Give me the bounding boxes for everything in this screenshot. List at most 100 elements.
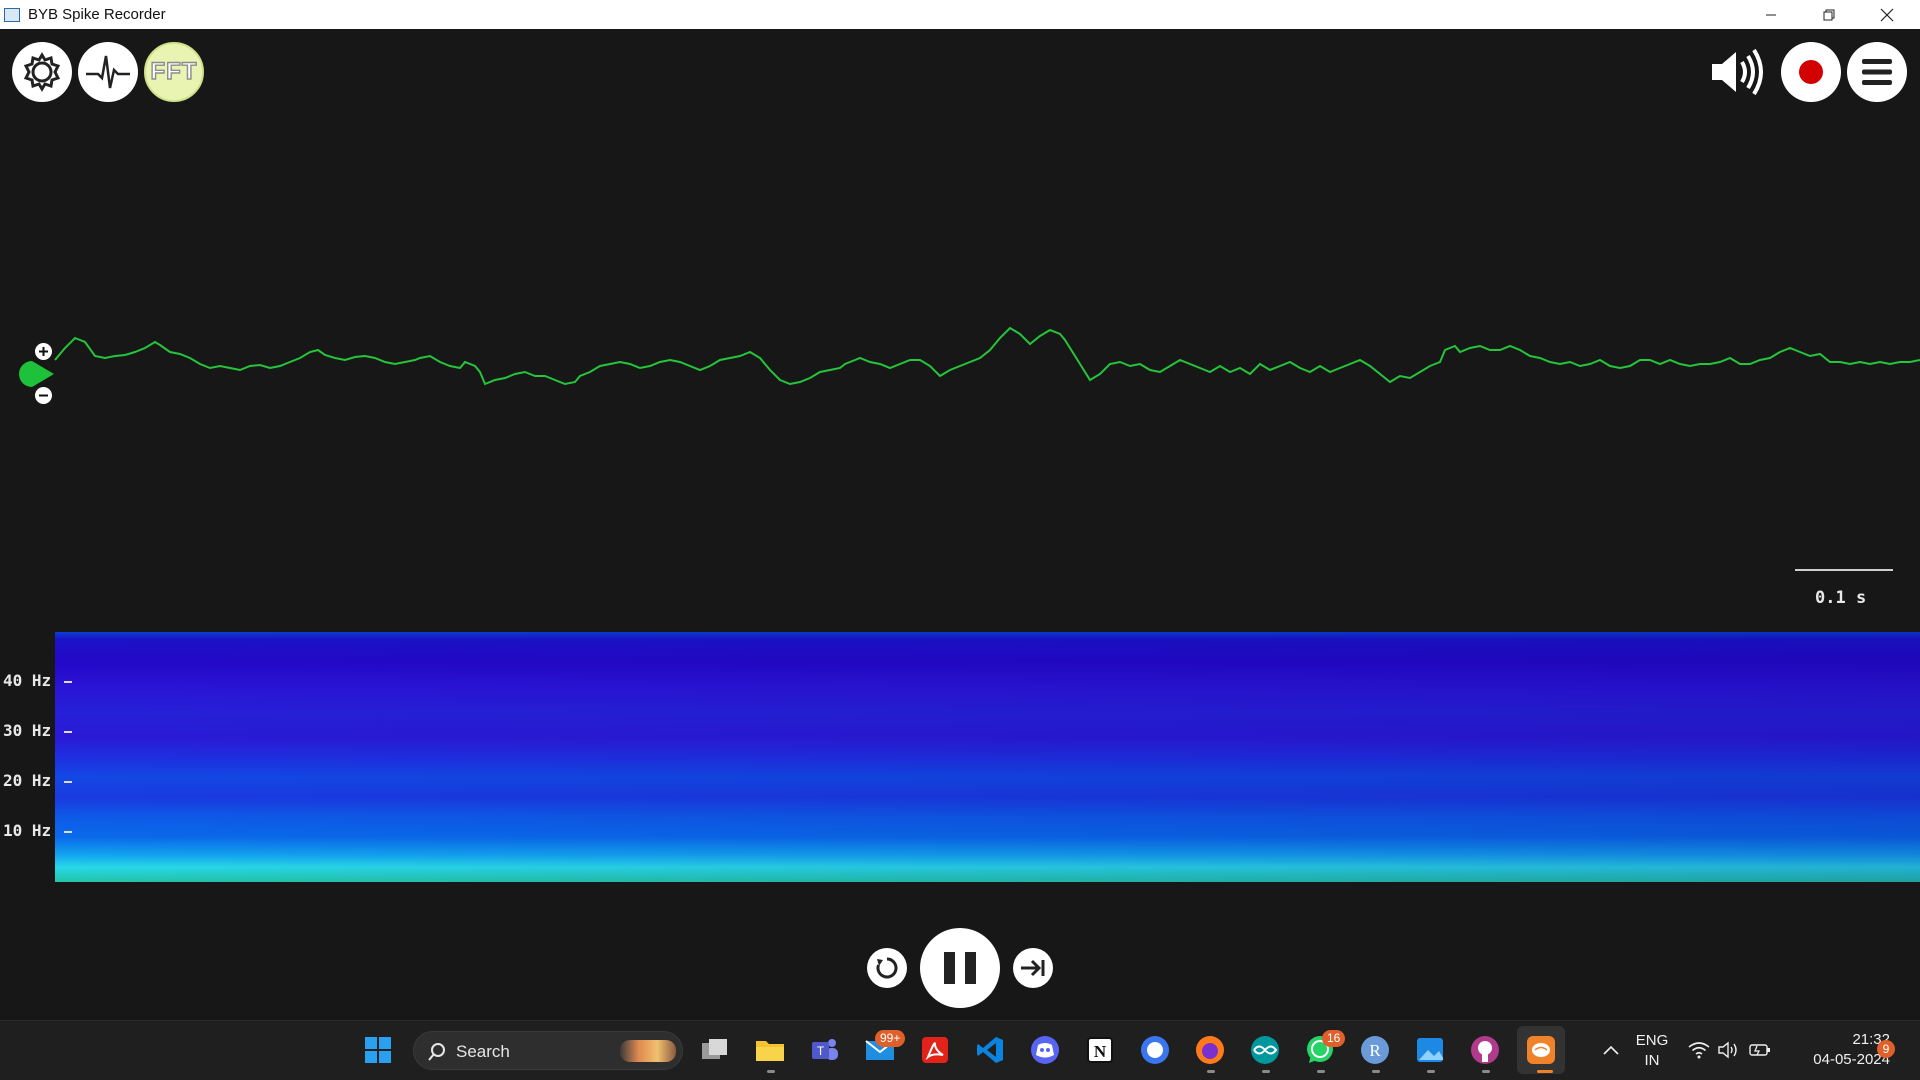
- vscode-icon: [977, 1037, 1003, 1063]
- show-hidden-icons-button[interactable]: [1596, 1035, 1626, 1065]
- running-indicator: [767, 1070, 775, 1073]
- pause-button[interactable]: [920, 928, 1000, 1008]
- menu-button[interactable]: [1847, 42, 1907, 102]
- eeg-waveform: [54, 326, 1920, 386]
- wifi-icon: [1688, 1042, 1710, 1059]
- fft-spectrogram: [55, 632, 1920, 882]
- fft-label: FFT: [150, 57, 198, 85]
- freq-label-30: 30 Hz: [3, 721, 52, 740]
- window-title: BYB Spike Recorder: [28, 6, 166, 23]
- arduino-icon: [1251, 1036, 1279, 1064]
- freq-label-10: 10 Hz: [3, 821, 52, 840]
- vscode-button[interactable]: [975, 1035, 1005, 1065]
- notion-button[interactable]: N: [1085, 1035, 1115, 1065]
- settings-button[interactable]: [12, 42, 72, 102]
- r-app-button[interactable]: R: [1360, 1035, 1390, 1065]
- chevron-up-icon: [1603, 1045, 1619, 1055]
- hamburger-icon: [1862, 59, 1892, 85]
- running-indicator: [1207, 1070, 1215, 1073]
- app-icon: [4, 7, 20, 22]
- taskbar: [0, 1020, 1920, 1080]
- title-bar: BYB Spike Recorder: [0, 0, 1920, 29]
- notion-icon: N: [1087, 1037, 1113, 1063]
- record-button[interactable]: [1781, 42, 1841, 102]
- folder-icon: [756, 1041, 784, 1061]
- whatsapp-badge: 16: [1322, 1030, 1346, 1047]
- github-icon: [1471, 1036, 1499, 1064]
- running-indicator: [1372, 1070, 1380, 1073]
- mail-badge: 99+: [875, 1030, 906, 1047]
- language-line1[interactable]: ENG: [1634, 1032, 1670, 1049]
- github-button[interactable]: [1470, 1035, 1500, 1065]
- teams-button[interactable]: T: [810, 1035, 840, 1065]
- start-button[interactable]: [363, 1035, 393, 1065]
- close-icon: [1880, 8, 1894, 21]
- close-button[interactable]: [1858, 0, 1916, 29]
- running-indicator: [1317, 1070, 1325, 1073]
- signal-button[interactable]: [1140, 1035, 1170, 1065]
- freq-tick-30: [64, 731, 72, 733]
- clock-date[interactable]: 04-05-2024: [1780, 1051, 1890, 1068]
- search-highlight-image: [620, 1040, 676, 1062]
- discord-button[interactable]: [1030, 1035, 1060, 1065]
- skip-forward-icon: [1021, 959, 1045, 977]
- restore-button[interactable]: [1800, 0, 1858, 29]
- freq-tick-20: [64, 781, 72, 783]
- battery-button[interactable]: [1745, 1035, 1775, 1065]
- pause-icon: [944, 952, 976, 984]
- firefox-icon: [1196, 1036, 1224, 1064]
- speaker-button[interactable]: [1708, 44, 1766, 100]
- volume-icon: [1718, 1041, 1737, 1059]
- byb-spike-recorder-button[interactable]: [1526, 1035, 1556, 1065]
- photos-button[interactable]: [1415, 1035, 1445, 1065]
- volume-button[interactable]: [1713, 1035, 1743, 1065]
- running-indicator: [1482, 1070, 1490, 1073]
- skip-forward-button[interactable]: [1013, 948, 1053, 988]
- chat-bubble-icon: [1141, 1036, 1169, 1064]
- rewind-button[interactable]: [867, 948, 907, 988]
- teams-icon: T: [812, 1039, 838, 1060]
- time-scale-label: 0.1 s: [1815, 588, 1867, 608]
- search-placeholder: Search: [456, 1042, 510, 1061]
- arduino-button[interactable]: [1250, 1035, 1280, 1065]
- freq-label-20: 20 Hz: [3, 771, 52, 790]
- language-line2[interactable]: IN: [1634, 1052, 1670, 1069]
- r-letter-icon: R: [1361, 1036, 1389, 1064]
- rewind-icon: [876, 957, 898, 979]
- file-explorer-button[interactable]: [755, 1035, 785, 1065]
- wifi-button[interactable]: [1684, 1035, 1714, 1065]
- firefox-button[interactable]: [1195, 1035, 1225, 1065]
- freq-tick-40: [64, 681, 72, 683]
- gear-icon: [23, 52, 61, 92]
- freq-tick-10: [64, 831, 72, 833]
- threshold-button[interactable]: [78, 42, 138, 102]
- minimize-button[interactable]: [1742, 0, 1800, 29]
- speaker-icon: [1712, 48, 1763, 96]
- discord-icon: [1031, 1036, 1059, 1064]
- spike-icon: [86, 55, 130, 89]
- svg-text:N: N: [1094, 1042, 1107, 1061]
- fft-button[interactable]: FFT: [144, 42, 204, 102]
- pdf-icon: [922, 1037, 948, 1063]
- search-icon: [428, 1043, 445, 1061]
- brain-app-icon: [1527, 1036, 1555, 1064]
- svg-text:R: R: [1369, 1041, 1381, 1060]
- running-indicator: [1262, 1070, 1270, 1073]
- minimize-icon: [1766, 14, 1776, 15]
- task-view-icon: [702, 1039, 727, 1059]
- running-indicator: [1427, 1070, 1435, 1073]
- task-view-button[interactable]: [700, 1035, 730, 1065]
- freq-label-40: 40 Hz: [3, 671, 52, 690]
- taskbar-search[interactable]: Search: [413, 1031, 683, 1070]
- battery-icon: [1749, 1044, 1770, 1056]
- windows-logo-icon: [365, 1037, 391, 1063]
- svg-text:T: T: [817, 1044, 825, 1058]
- time-scale-bar: [1795, 569, 1893, 571]
- restore-icon: [1823, 9, 1835, 20]
- clock-time[interactable]: 21:32: [1780, 1031, 1890, 1048]
- notification-badge[interactable]: 9: [1877, 1040, 1895, 1058]
- image-icon: [1417, 1038, 1443, 1062]
- active-indicator: [1537, 1070, 1553, 1073]
- acrobat-button[interactable]: [920, 1035, 950, 1065]
- record-icon: [1799, 60, 1823, 84]
